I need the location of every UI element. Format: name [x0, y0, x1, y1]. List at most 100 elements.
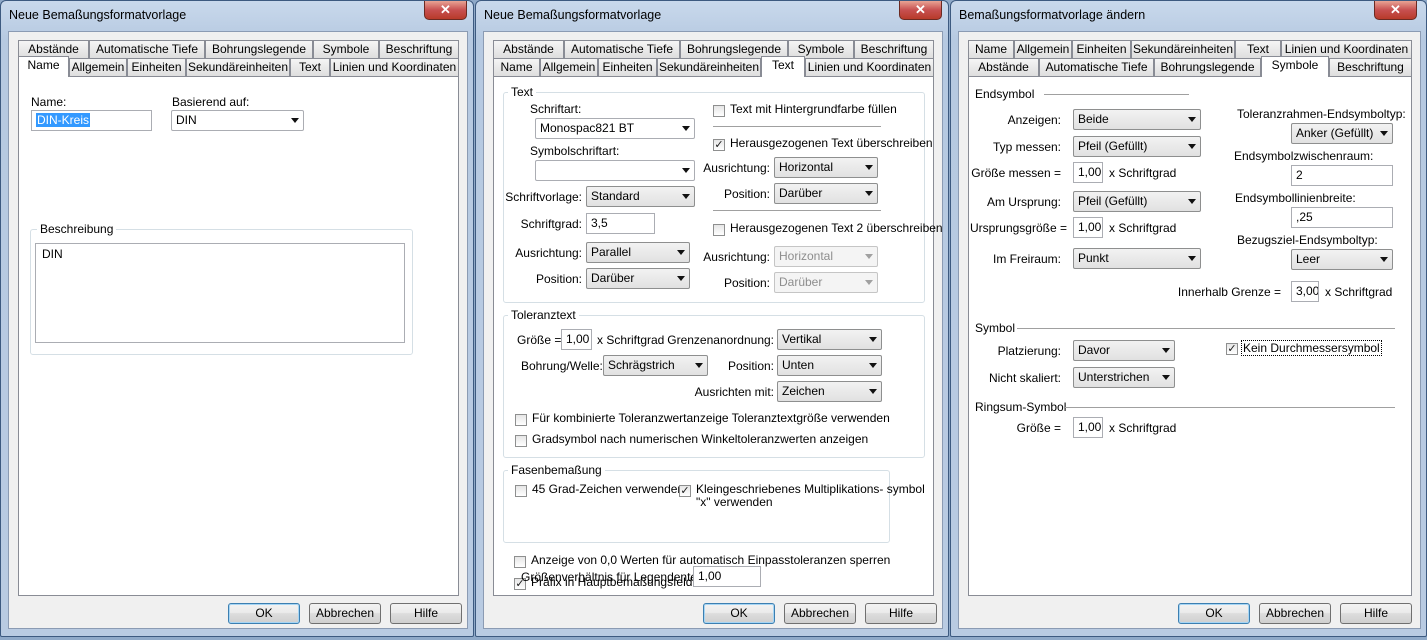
chamfer-group: Fasenbemaßung 45 Grad-Zeichen verwenden … [503, 463, 925, 543]
tab-abstaende[interactable]: Abstände [493, 40, 564, 58]
align-label: Ausrichtung: [515, 246, 582, 260]
align2-select[interactable]: Horizontal [774, 246, 878, 267]
based-on-select[interactable]: DIN [171, 110, 304, 131]
align-value: Parallel [591, 245, 632, 259]
ok-button[interactable]: OK [1178, 603, 1250, 624]
bgfill-checkbox[interactable] [713, 105, 725, 117]
linewidth-input[interactable]: ,25 [1291, 207, 1393, 228]
inside-input[interactable]: 3,00 [1291, 281, 1319, 302]
align1-label: Ausrichtung: [703, 161, 770, 175]
position-label: Position: [535, 272, 582, 286]
origin-select[interactable]: Pfeil (Gefüllt) [1073, 191, 1201, 212]
combined-checkbox[interactable] [515, 414, 527, 426]
type-select[interactable]: Pfeil (Gefüllt) [1073, 136, 1201, 157]
tab-beschriftung[interactable]: Beschriftung [379, 40, 459, 58]
help-button[interactable]: Hilfe [1340, 603, 1412, 624]
position-select[interactable]: Darüber [586, 268, 690, 289]
lowercase-label-2: "x" verwenden [696, 495, 773, 509]
origin-size-input[interactable]: 1,00 [1073, 217, 1103, 238]
around-size-input[interactable]: 1,00 [1073, 417, 1103, 438]
tab-allgemein[interactable]: Allgemein [1014, 40, 1072, 58]
help-button[interactable]: Hilfe [390, 603, 462, 624]
lowercase-checkbox[interactable]: ✓ [679, 485, 691, 497]
tab-beschriftung[interactable]: Beschriftung [854, 40, 934, 58]
tab-einheiten[interactable]: Einheiten [1072, 40, 1131, 58]
free-select[interactable]: Punkt [1073, 248, 1201, 269]
cancel-button[interactable]: Abbrechen [784, 603, 856, 624]
notscaled-select[interactable]: Unterstrichen [1073, 367, 1175, 388]
name-input[interactable]: DIN-Kreis [31, 110, 152, 131]
tab-name[interactable]: Name [493, 58, 540, 76]
tab-bohrungslegende[interactable]: Bohrungslegende [1154, 58, 1261, 76]
symbol-font-select[interactable] [535, 160, 695, 181]
help-button[interactable]: Hilfe [865, 603, 937, 624]
font-select[interactable]: Monospac821 BT [535, 118, 695, 139]
tab-allgemein[interactable]: Allgemein [540, 58, 598, 76]
style-select[interactable]: Standard [586, 186, 695, 207]
tab-sekundaereinheiten[interactable]: Sekundäreinheiten [657, 58, 761, 76]
ok-button[interactable]: OK [228, 603, 300, 624]
close-button[interactable]: ✕ [899, 1, 942, 20]
ref-select[interactable]: Leer [1291, 249, 1393, 270]
tol-size-label: Größe = [517, 333, 562, 347]
tab-text[interactable]: Text [761, 56, 805, 77]
close-button[interactable]: ✕ [1374, 1, 1417, 20]
show-select[interactable]: Beide [1073, 109, 1201, 130]
tab-symbole[interactable]: Symbole [1261, 56, 1329, 77]
position2-select[interactable]: Darüber [774, 272, 878, 293]
window-title: Neue Bemaßungsformatvorlage [484, 8, 662, 22]
tolframe-select[interactable]: Anker (Gefüllt) [1291, 123, 1393, 144]
tab-abstaende[interactable]: Abstände [968, 58, 1039, 76]
tol-position-select[interactable]: Unten [777, 355, 882, 376]
tab-automatische-tiefe[interactable]: Automatische Tiefe [1039, 58, 1154, 76]
placement-select[interactable]: Davor [1073, 340, 1175, 361]
tab-bohrungslegende[interactable]: Bohrungslegende [205, 40, 313, 58]
limits-select[interactable]: Vertikal [777, 329, 882, 350]
close-button[interactable]: ✕ [424, 1, 467, 20]
align1-select[interactable]: Horizontal [774, 157, 878, 178]
tab-einheiten[interactable]: Einheiten [127, 58, 186, 76]
tab-name[interactable]: Name [18, 56, 69, 77]
size-label: Größe messen = [971, 166, 1061, 180]
tab-beschriftung[interactable]: Beschriftung [1329, 58, 1412, 76]
ok-button[interactable]: OK [703, 603, 775, 624]
size-input[interactable]: 1,00 [1073, 162, 1103, 183]
tol-size-input[interactable]: 1,00 [561, 329, 592, 350]
chevron-down-icon [1188, 199, 1196, 204]
position1-select[interactable]: Darüber [774, 183, 878, 204]
alignto-label: Ausrichten mit: [694, 385, 774, 399]
free-value: Punkt [1078, 251, 1109, 265]
override1-checkbox[interactable]: ✓ [713, 139, 725, 151]
deg45-checkbox[interactable] [515, 485, 527, 497]
cancel-button[interactable]: Abbrechen [309, 603, 381, 624]
limits-label: Grenzenanordnung: [667, 333, 774, 347]
gap-input[interactable]: 2 [1291, 165, 1393, 186]
tab-linien-koordinaten[interactable]: Linien und Koordinaten [330, 58, 459, 76]
tab-name[interactable]: Name [968, 40, 1014, 58]
degree-checkbox[interactable] [515, 435, 527, 447]
tab-symbole[interactable]: Symbole [313, 40, 379, 58]
alignto-select[interactable]: Zeichen [777, 381, 882, 402]
align2-value: Horizontal [779, 249, 834, 263]
tab-text[interactable]: Text [290, 58, 330, 76]
origin-size-unit: x Schriftgrad [1109, 221, 1177, 235]
override2-checkbox[interactable] [713, 224, 725, 236]
description-textarea[interactable]: DIN [35, 243, 405, 343]
tab-einheiten[interactable]: Einheiten [598, 58, 657, 76]
tab-linien-koordinaten[interactable]: Linien und Koordinaten [805, 58, 934, 76]
tab-sekundaereinheiten[interactable]: Sekundäreinheiten [1131, 40, 1235, 58]
text-group: Text Schriftart: Monospac821 BT Symbolsc… [503, 85, 943, 303]
tab-sekundaereinheiten[interactable]: Sekundäreinheiten [186, 58, 290, 76]
ratio-input[interactable]: 1,00 [693, 566, 761, 587]
cancel-button[interactable]: Abbrechen [1259, 603, 1331, 624]
nodiameter-checkbox[interactable]: ✓ [1226, 343, 1238, 355]
size-input[interactable]: 3,5 [586, 213, 655, 234]
align-select[interactable]: Parallel [586, 242, 690, 263]
tab-allgemein[interactable]: Allgemein [69, 58, 127, 76]
hole-select[interactable]: Schrägstrich [603, 355, 708, 376]
tab-automatische-tiefe[interactable]: Automatische Tiefe [89, 40, 205, 58]
around-size-label: Größe = [1016, 421, 1061, 435]
suppress-zero-checkbox[interactable] [514, 556, 526, 568]
tab-automatische-tiefe[interactable]: Automatische Tiefe [564, 40, 680, 58]
tolerance-group: Toleranztext Größe = 1,00 x Schriftgrad … [503, 308, 925, 458]
